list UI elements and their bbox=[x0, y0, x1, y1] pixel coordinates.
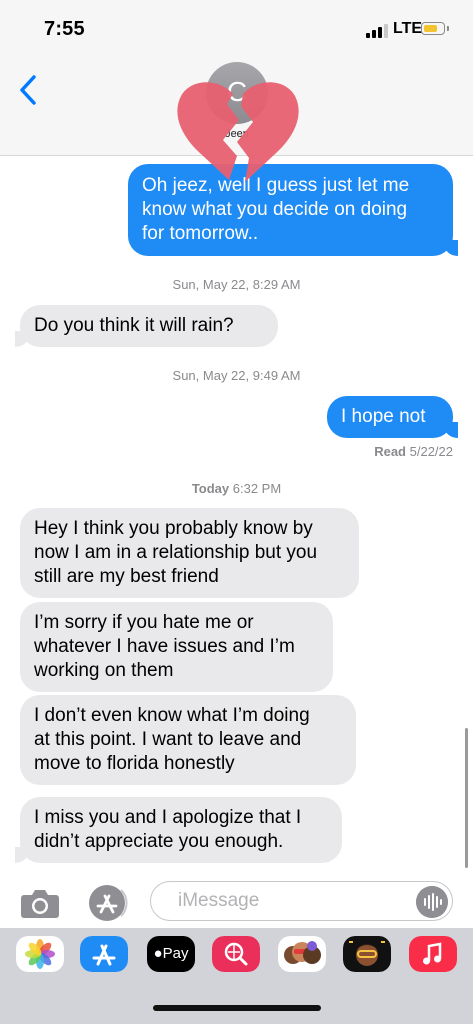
status-time: 7:55 bbox=[44, 18, 85, 40]
read-date: 5/22/22 bbox=[409, 444, 453, 459]
status-bar: 7:55 LTE bbox=[0, 0, 473, 60]
home-indicator[interactable] bbox=[153, 1005, 321, 1011]
message-line: didn’t appreciate you enough. bbox=[34, 831, 284, 852]
message-line: know what you decide on doing bbox=[142, 199, 408, 220]
message-line: I hope not bbox=[341, 406, 426, 427]
message-bubble-incoming[interactable]: I’m sorry if you hate me or whatever I h… bbox=[20, 602, 333, 692]
web-search-icon[interactable] bbox=[212, 936, 260, 972]
message-line: Hey I think you probably know by bbox=[34, 518, 313, 539]
back-chevron-icon[interactable] bbox=[14, 70, 44, 110]
timestamp-day: Sun, May 22, bbox=[172, 277, 250, 292]
music-icon[interactable] bbox=[409, 936, 457, 972]
timestamp: Sun, May 22, 9:49 AM bbox=[0, 368, 473, 383]
apple-logo-icon: ● bbox=[153, 945, 163, 962]
message-line: I don’t even know what I’m doing bbox=[34, 705, 310, 726]
message-line: I miss you and I apologize that I bbox=[34, 807, 302, 828]
memoji-icon[interactable] bbox=[343, 936, 391, 972]
imessage-placeholder: iMessage bbox=[178, 890, 260, 911]
message-bubble-outgoing[interactable]: I hope not bbox=[327, 396, 458, 438]
message-line: move to florida honestly bbox=[34, 753, 235, 774]
read-receipt: Read 5/22/22 bbox=[374, 444, 453, 459]
app-store-drawer-icon[interactable] bbox=[85, 884, 129, 922]
battery-icon bbox=[421, 22, 449, 35]
timestamp-time: 9:49 AM bbox=[252, 368, 301, 383]
message-line: for tomorrow.. bbox=[142, 223, 259, 244]
timestamp-day: Today bbox=[191, 481, 230, 496]
carrier-label: LTE bbox=[393, 20, 423, 37]
message-line: whatever I have issues and I’m bbox=[34, 636, 295, 657]
scrollbar[interactable] bbox=[465, 728, 468, 868]
app-store-icon[interactable] bbox=[80, 936, 128, 972]
photos-icon[interactable] bbox=[16, 936, 64, 972]
timestamp: Sun, May 22, 8:29 AM bbox=[0, 277, 473, 292]
apple-pay-label: Pay bbox=[162, 945, 189, 962]
message-bubble-incoming[interactable]: I miss you and I apologize that I didn’t… bbox=[15, 797, 342, 863]
message-line: still are my best friend bbox=[34, 566, 219, 587]
broken-heart-icon bbox=[177, 82, 299, 182]
signal-icon bbox=[366, 24, 388, 38]
apple-pay-icon[interactable]: ●Pay bbox=[147, 936, 195, 972]
memoji-stickers-icon[interactable] bbox=[278, 936, 326, 972]
timestamp-time: 8:29 AM bbox=[252, 277, 301, 292]
read-label: Read bbox=[374, 444, 406, 459]
message-line: now I am in a relationship but you bbox=[34, 542, 318, 563]
message-line: at this point. I want to leave and bbox=[34, 729, 302, 750]
timestamp: Today 6:32 PM bbox=[0, 481, 473, 496]
message-bubble-incoming[interactable]: Hey I think you probably know by now I a… bbox=[20, 508, 359, 598]
audio-waveform-icon[interactable] bbox=[416, 886, 448, 918]
camera-icon[interactable] bbox=[20, 887, 60, 919]
message-line: Do you think it will rain? bbox=[34, 315, 234, 336]
message-line: working on them bbox=[34, 660, 174, 681]
message-bubble-incoming[interactable]: I don’t even know what I’m doing at this… bbox=[20, 695, 356, 785]
timestamp-day: Sun, May 22, bbox=[172, 368, 250, 383]
message-bubble-incoming[interactable]: Do you think it will rain? bbox=[15, 305, 278, 347]
message-line: I’m sorry if you hate me or bbox=[34, 612, 254, 633]
timestamp-time: 6:32 PM bbox=[232, 481, 282, 496]
